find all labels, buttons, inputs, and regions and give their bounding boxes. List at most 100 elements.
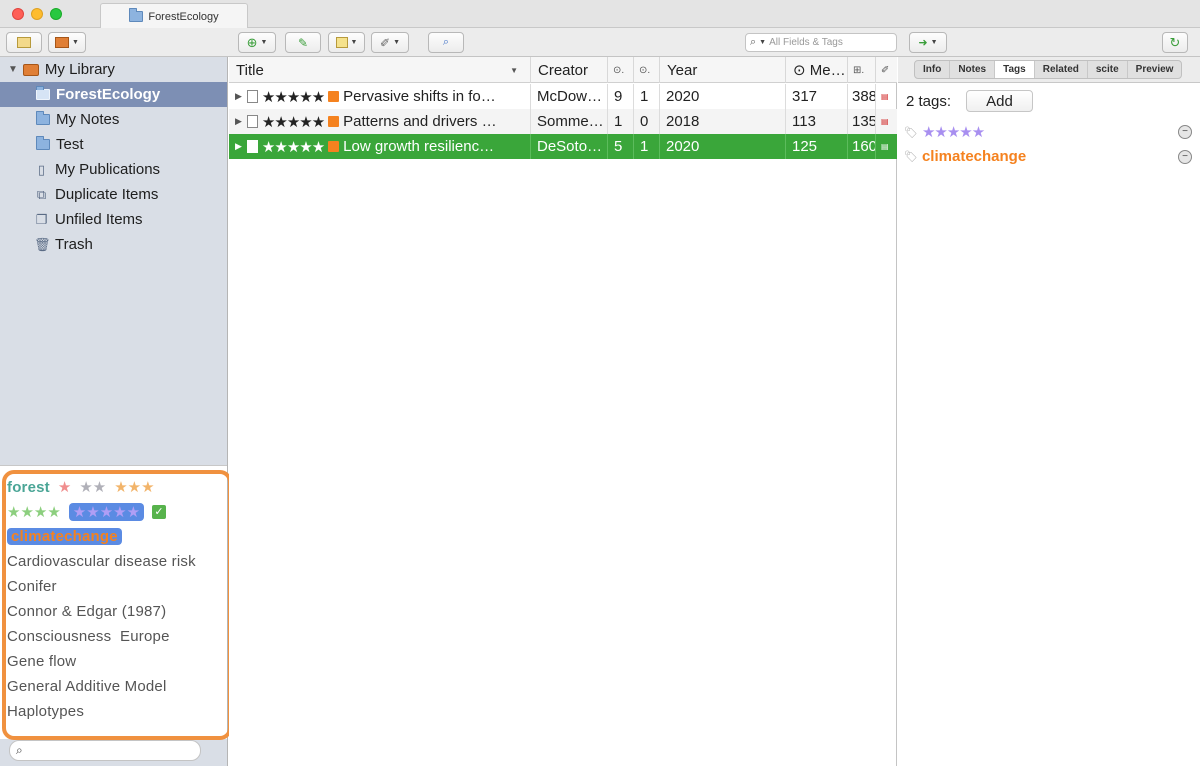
tag-item[interactable]: Haplotypes [7, 703, 84, 720]
tag-four-stars[interactable]: ★★★★ [7, 503, 61, 521]
tag-item[interactable]: Gene flow [7, 653, 76, 670]
minimize-window-button[interactable] [31, 8, 43, 20]
rating-stars: ★★★★★ [261, 113, 325, 131]
tab-forestecology[interactable]: ForestEcology [100, 3, 248, 29]
collection-label: My Notes [56, 111, 120, 128]
tab-scite[interactable]: scite [1088, 61, 1128, 78]
title-bar: ForestEcology [0, 0, 1200, 29]
folder-icon [36, 111, 50, 125]
tag-one-star[interactable]: ★ [58, 478, 71, 496]
new-collection-button[interactable] [6, 32, 42, 53]
tag-row: climatechange [7, 528, 122, 545]
item-title: Low growth resilienc… [343, 138, 495, 155]
column-attachments[interactable]: ✐ [876, 57, 897, 83]
collection-label: Trash [55, 236, 93, 253]
pdf-icon[interactable]: ▤ [881, 117, 889, 126]
title-cell: ▶ ★★★★★ Pervasive shifts in fo… [229, 84, 531, 109]
tab-related[interactable]: Related [1035, 61, 1088, 78]
new-note-button[interactable]: ▼ [328, 32, 365, 53]
advanced-search-button[interactable]: ⌕ [428, 32, 464, 53]
chevron-down-icon: ▼ [350, 39, 358, 46]
tag-item[interactable]: Cardiovascular disease risk [7, 553, 196, 570]
collection-duplicate-items[interactable]: ⧉ Duplicate Items [0, 182, 227, 207]
pdf-icon[interactable]: ▤ [881, 142, 889, 151]
tag-climatechange[interactable]: climatechange [7, 528, 122, 545]
chevron-down-icon: ▼ [759, 39, 767, 46]
count-cell: 9 [608, 84, 634, 109]
tag-icon: 🏷 [904, 126, 918, 139]
item-tag-climatechange[interactable]: 🏷 climatechange [904, 148, 1026, 165]
disclosure-triangle-icon[interactable]: ▼ [8, 64, 18, 75]
collection-forestecology[interactable]: ForestEcology [0, 82, 227, 107]
new-item-button[interactable]: ⊕ ▼ [238, 32, 276, 53]
folder-icon [36, 86, 50, 100]
tag-forest[interactable]: forest [7, 479, 50, 496]
table-row[interactable]: ▶ ★★★★★ Low growth resilienc… DeSoto… 5 … [229, 134, 897, 159]
extra-cell: 160 [848, 134, 876, 159]
tag-filter-input[interactable]: ⌕ [9, 740, 201, 761]
collection-test[interactable]: Test [0, 132, 227, 157]
my-library-row[interactable]: ▼ My Library [0, 57, 227, 82]
tab-notes[interactable]: Notes [950, 61, 996, 78]
collection-my-notes[interactable]: My Notes [0, 107, 227, 132]
pdf-icon[interactable]: ▤ [881, 92, 889, 101]
sync-button[interactable]: ↻ [1162, 32, 1188, 53]
chevron-down-icon: ▼ [930, 39, 938, 46]
tag-item[interactable]: Conifer [7, 578, 57, 595]
tag-item[interactable]: Consciousness Europe [7, 628, 170, 645]
column-media[interactable]: ⊙ Me… [786, 57, 848, 83]
library-label: My Library [44, 61, 115, 78]
search-icon: ⌕ [442, 36, 450, 48]
tag-icon: 🏷 [904, 151, 918, 163]
tag-count-label: 2 tags: [906, 93, 952, 110]
add-tag-button[interactable]: Add [966, 90, 1033, 112]
column-title-label: Title [236, 61, 264, 79]
column-c[interactable]: ⊞. [848, 57, 876, 83]
column-a[interactable]: ⊙. [608, 57, 634, 83]
tag-item[interactable]: Connor & Edgar (1987) [7, 603, 166, 620]
rating-stars: ★★★★★ [261, 138, 325, 156]
new-library-button[interactable]: ▼ [48, 32, 86, 53]
disclosure-triangle-icon[interactable]: ▶ [235, 141, 242, 152]
remove-tag-button[interactable]: − [1178, 150, 1192, 164]
locate-button[interactable]: ➜ ▼ [909, 32, 947, 53]
table-row[interactable]: ▶ ★★★★★ Patterns and drivers … Somme… 1 … [229, 109, 897, 134]
collection-trash[interactable]: 🗑 Trash [0, 232, 227, 257]
search-icon: ⌕ [16, 743, 23, 757]
column-year[interactable]: Year [660, 57, 786, 83]
collection-label: Unfiled Items [55, 211, 143, 228]
collection-my-publications[interactable]: ▯ My Publications [0, 157, 227, 182]
extra-cell: 388 [848, 84, 876, 109]
add-by-identifier-button[interactable]: ✎ [285, 32, 321, 53]
tag-two-stars[interactable]: ★★ [79, 478, 106, 496]
close-window-button[interactable] [12, 8, 24, 20]
tab-tags[interactable]: Tags [995, 61, 1035, 78]
item-tag-stars[interactable]: 🏷 ★★★★★ [904, 123, 985, 141]
table-row[interactable]: ▶ ★★★★★ Pervasive shifts in fo… McDow… 9… [229, 84, 897, 109]
maximize-window-button[interactable] [50, 8, 62, 20]
search-input[interactable]: ⌕ ▼ All Fields & Tags [745, 33, 897, 52]
magic-wand-icon: ✎ [297, 35, 309, 50]
search-icon: ⌕ [750, 36, 757, 48]
paperclip-icon: ✐ [881, 64, 890, 76]
add-attachment-button[interactable]: ✐ ▼ [371, 32, 409, 53]
tab-preview[interactable]: Preview [1128, 61, 1182, 78]
tag-three-stars[interactable]: ★★★ [114, 478, 154, 496]
column-creator[interactable]: Creator [531, 57, 608, 83]
arrow-right-icon: ➜ [918, 37, 928, 49]
column-title[interactable]: Title ▼ [229, 57, 531, 83]
disclosure-triangle-icon[interactable]: ▶ [235, 91, 242, 102]
column-b[interactable]: ⊙. [634, 57, 660, 83]
tag-five-stars[interactable]: ★★★★★ [68, 503, 145, 521]
tag-item[interactable]: General Additive Model [7, 678, 167, 695]
tab-info[interactable]: Info [915, 61, 951, 78]
check-mark-icon[interactable]: ✓ [152, 505, 167, 519]
tag-row: forest ★ ★★ ★★★ [7, 478, 155, 497]
year-cell: 2020 [660, 134, 786, 159]
collection-unfiled-items[interactable]: ❐ Unfiled Items [0, 207, 227, 232]
disclosure-triangle-icon[interactable]: ▶ [235, 116, 242, 127]
tag-selector: forest ★ ★★ ★★★ ★★★★ ★★★★★ ✓ climatechan… [0, 465, 227, 739]
remove-tag-button[interactable]: − [1178, 125, 1192, 139]
tag-row: ★★★★ ★★★★★ ✓ [7, 503, 167, 521]
unfiled-icon: ❐ [35, 211, 48, 227]
